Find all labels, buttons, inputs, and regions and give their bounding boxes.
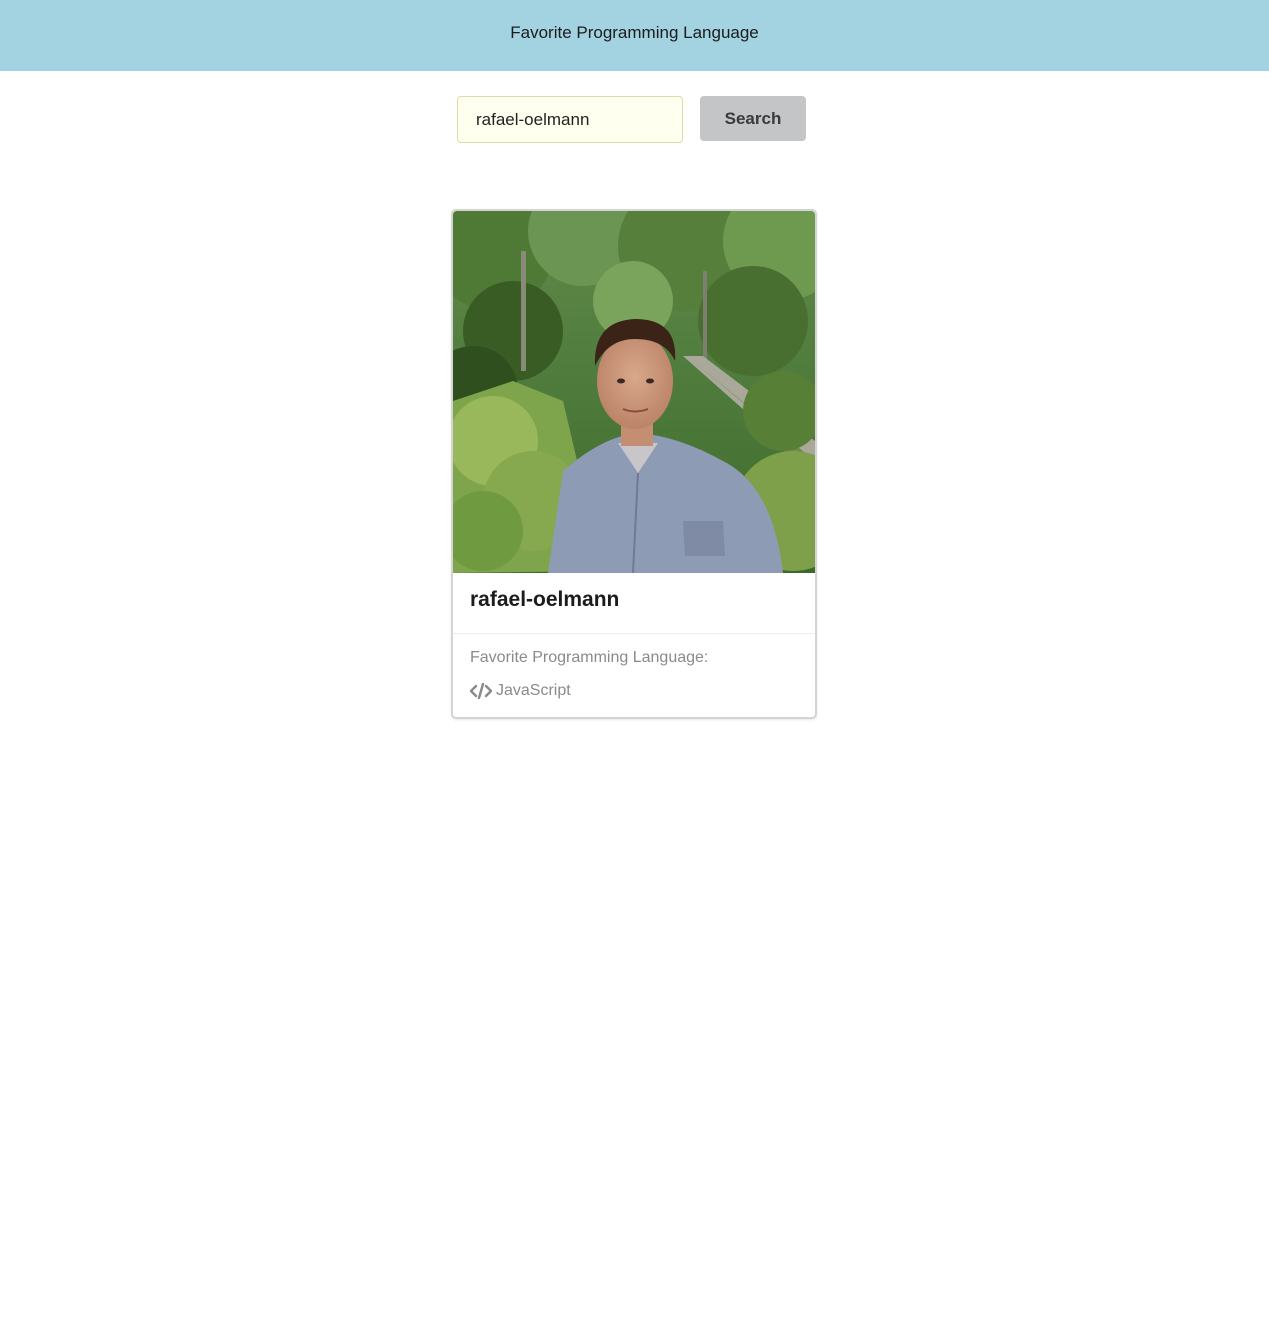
favorite-language-label: Favorite Programming Language: [470, 649, 709, 666]
favorite-language-value: JavaScript [496, 682, 571, 699]
page-title: Favorite Programming Language [510, 22, 759, 42]
search-button[interactable]: Search [700, 96, 806, 141]
card-username: rafael-oelmann [470, 588, 620, 611]
search-input[interactable] [457, 96, 683, 143]
app-header: Favorite Programming Language [0, 0, 1269, 71]
user-avatar-photo [453, 211, 815, 573]
code-icon [469, 682, 493, 700]
user-card: rafael-oelmann Favorite Programming Lang… [452, 210, 816, 718]
card-divider [453, 633, 815, 634]
favorite-language: JavaScript [469, 682, 571, 700]
